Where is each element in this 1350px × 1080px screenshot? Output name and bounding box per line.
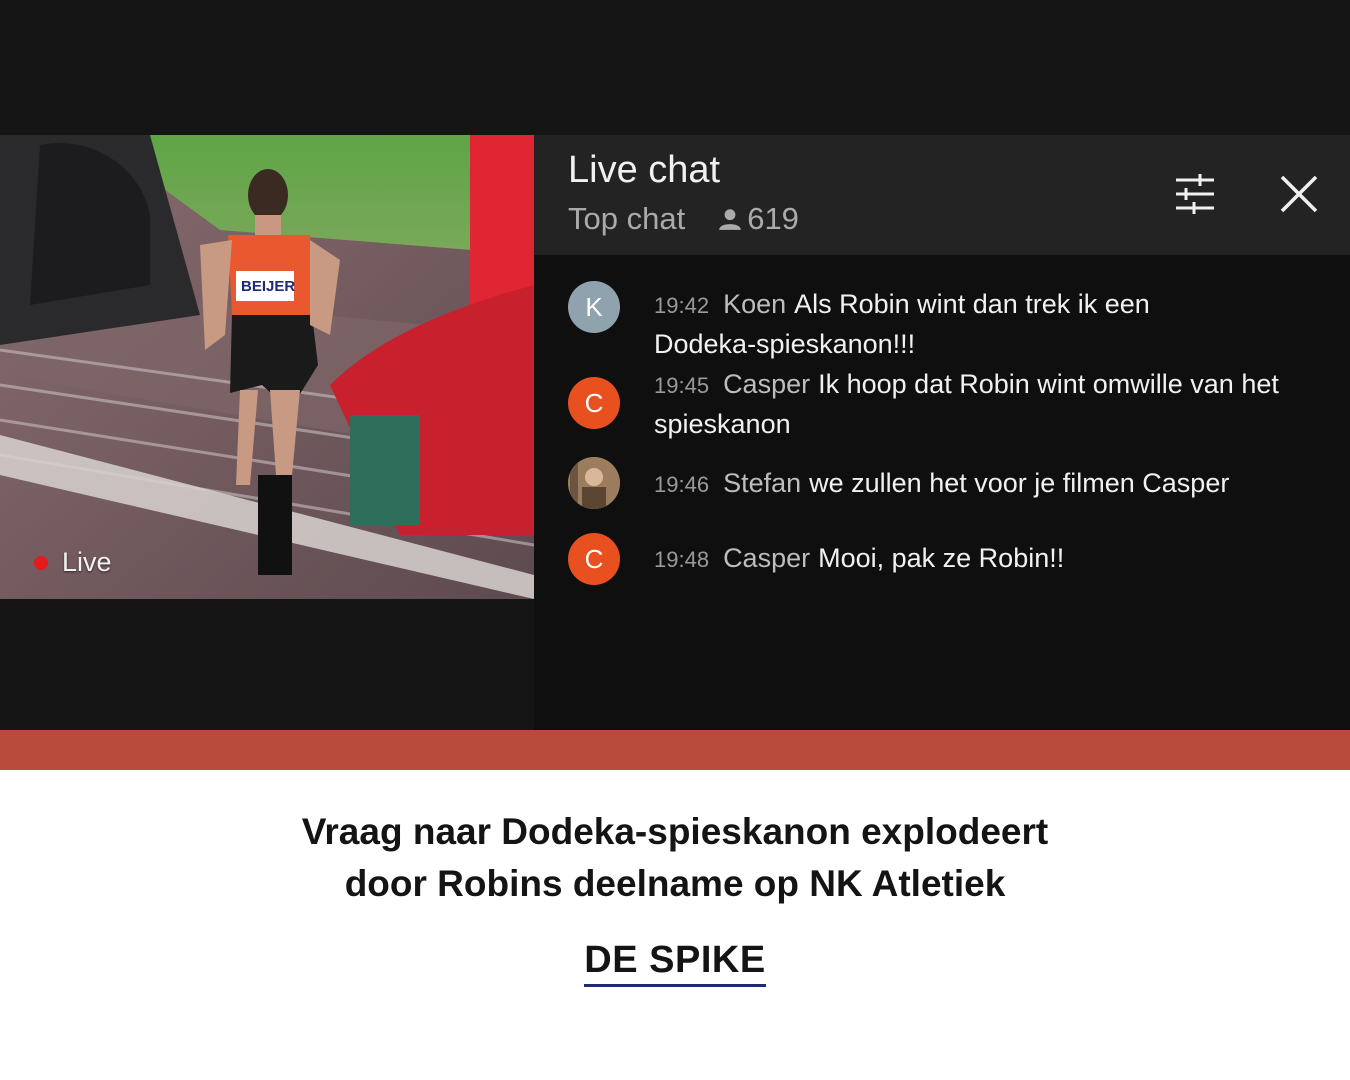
bib-text: BEIJER bbox=[241, 278, 295, 295]
close-chat-button[interactable] bbox=[1276, 171, 1322, 217]
avatar[interactable]: C bbox=[568, 377, 620, 429]
video-frame-runner: BEIJER bbox=[0, 135, 534, 599]
headline-line-1: Vraag naar Dodeka-spieskanon explodeert bbox=[301, 811, 1049, 852]
avatar[interactable]: C bbox=[568, 533, 620, 585]
message-text: we zullen het voor je filmen Casper bbox=[809, 468, 1230, 498]
chat-message-body: 19:45 Casper Ik hoop dat Robin wint omwill… bbox=[654, 365, 1344, 443]
chat-message-body: 19:42 Koen Als Robin wint dan trek ik een … bbox=[654, 285, 1214, 363]
message-time: 19:46 bbox=[654, 472, 710, 497]
live-video-player[interactable]: BEIJER Live bbox=[0, 135, 534, 599]
live-badge: Live bbox=[34, 547, 112, 578]
viewer-count: 619 bbox=[717, 201, 799, 237]
sliders-icon bbox=[1176, 174, 1214, 214]
chat-subheader: Top chat 619 bbox=[568, 201, 799, 237]
brand-logo: DE SPIKE bbox=[0, 938, 1350, 987]
chat-message-list[interactable]: K 19:42 Koen Als Robin wint dan trek ik ee… bbox=[534, 255, 1350, 730]
avatar[interactable] bbox=[568, 457, 620, 509]
accent-band bbox=[0, 730, 1350, 770]
profile-photo-icon bbox=[568, 457, 620, 509]
close-icon bbox=[1280, 175, 1318, 213]
viewer-count-value: 619 bbox=[747, 201, 799, 236]
headline-line-2: door Robins deelname op NK Atletiek bbox=[344, 863, 1006, 904]
chat-mode-selector[interactable]: Top chat bbox=[568, 201, 685, 237]
avatar[interactable]: K bbox=[568, 281, 620, 333]
person-icon bbox=[719, 209, 742, 230]
message-author[interactable]: Koen bbox=[723, 289, 786, 319]
brand-name: DE SPIKE bbox=[584, 938, 766, 987]
message-time: 19:45 bbox=[654, 373, 710, 398]
message-author[interactable]: Casper bbox=[723, 369, 810, 399]
chat-message-body: 19:48 Casper Mooi, pak ze Robin!! bbox=[654, 539, 1344, 579]
live-dot-icon bbox=[34, 555, 48, 570]
message-time: 19:48 bbox=[654, 547, 710, 572]
message-time: 19:42 bbox=[654, 293, 710, 318]
chat-message-body: 19:46 Stefan we zullen het voor je filmen … bbox=[654, 464, 1344, 504]
article-headline: Vraag naar Dodeka-spieskanon explodeert … bbox=[0, 806, 1350, 910]
message-text: Mooi, pak ze Robin!! bbox=[818, 543, 1065, 573]
message-author[interactable]: Casper bbox=[723, 543, 810, 573]
live-label: Live bbox=[62, 547, 112, 577]
chat-header: Live chat Top chat 619 bbox=[534, 135, 1350, 255]
chat-settings-button[interactable] bbox=[1172, 171, 1218, 217]
chat-title: Live chat bbox=[568, 149, 721, 191]
message-author[interactable]: Stefan bbox=[723, 468, 801, 498]
